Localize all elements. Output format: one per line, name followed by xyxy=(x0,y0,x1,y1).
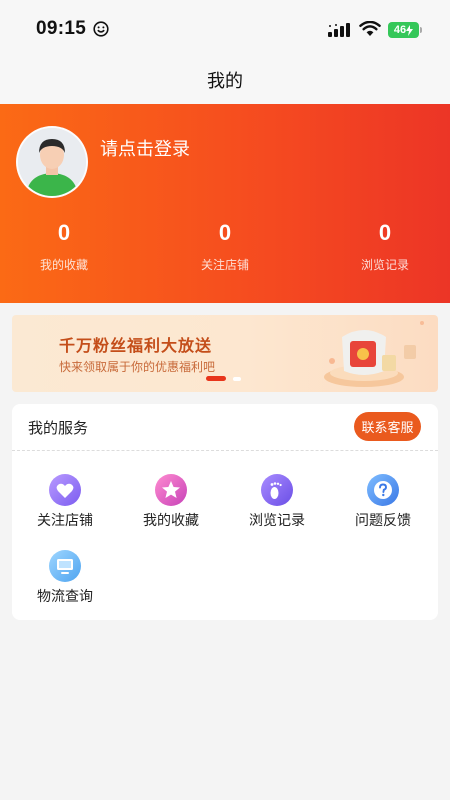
question-icon xyxy=(367,474,399,506)
page-title: 我的 xyxy=(207,71,243,92)
login-prompt[interactable]: 请点击登录 xyxy=(100,135,190,161)
service-label: 我的收藏 xyxy=(143,513,199,529)
signal-icon xyxy=(328,23,350,37)
banner-subtitle: 快来领取属于你的优惠福利吧 xyxy=(59,360,216,374)
stat-label: 我的收藏 xyxy=(39,258,88,272)
services-title: 我的服务 xyxy=(28,419,89,437)
divider xyxy=(12,450,438,451)
stat-value: 0 xyxy=(378,220,392,245)
service-item-browse-history[interactable]: 浏览记录 xyxy=(224,474,330,530)
stat-followed-shops[interactable]: 0 关注店铺 xyxy=(165,218,285,273)
stat-label: 浏览记录 xyxy=(360,258,409,272)
charging-bolt-icon xyxy=(406,24,414,36)
service-item-favorites[interactable]: 我的收藏 xyxy=(118,474,224,530)
avatar[interactable] xyxy=(16,126,88,198)
monitor-icon xyxy=(49,550,81,582)
service-item-followed-shops[interactable]: 关注店铺 xyxy=(12,474,118,530)
status-time: 09:15 xyxy=(36,18,87,39)
stat-value: 0 xyxy=(218,220,232,245)
services-card: 我的服务 联系客服 关注店铺 我的收藏 浏览记录 问题反馈 物流查询 xyxy=(12,404,438,620)
footprint-icon xyxy=(261,474,293,506)
status-bar: 09:15 46 xyxy=(0,0,450,58)
service-item-feedback[interactable]: 问题反馈 xyxy=(330,474,436,530)
avatar-person-icon xyxy=(18,128,86,196)
battery-icon: 46 xyxy=(388,22,419,38)
service-label: 问题反馈 xyxy=(355,513,411,529)
carousel-dot-active[interactable] xyxy=(206,376,226,381)
stat-value: 0 xyxy=(57,220,71,245)
star-icon xyxy=(155,474,187,506)
contact-service-button[interactable]: 联系客服 xyxy=(354,412,421,441)
nav-bar: 我的 xyxy=(0,58,450,104)
service-label: 浏览记录 xyxy=(249,513,305,529)
heart-icon xyxy=(49,474,81,506)
battery-level: 46 xyxy=(393,24,407,36)
carousel-dot[interactable] xyxy=(233,377,241,381)
stat-browse-history[interactable]: 0 浏览记录 xyxy=(325,218,445,273)
stat-favorites[interactable]: 0 我的收藏 xyxy=(4,218,124,273)
stat-label: 关注店铺 xyxy=(200,258,249,272)
service-label: 关注店铺 xyxy=(37,513,93,529)
profile-header: 请点击登录 0 我的收藏 0 关注店铺 0 浏览记录 xyxy=(0,104,450,303)
service-label: 物流查询 xyxy=(37,589,93,605)
battery-nub xyxy=(420,27,422,33)
smiley-icon xyxy=(93,21,109,37)
banner-title: 千万粉丝福利大放送 xyxy=(59,336,213,355)
wifi-icon xyxy=(359,21,381,36)
gift-illustration-icon xyxy=(324,321,424,387)
service-item-logistics[interactable]: 物流查询 xyxy=(12,550,118,606)
